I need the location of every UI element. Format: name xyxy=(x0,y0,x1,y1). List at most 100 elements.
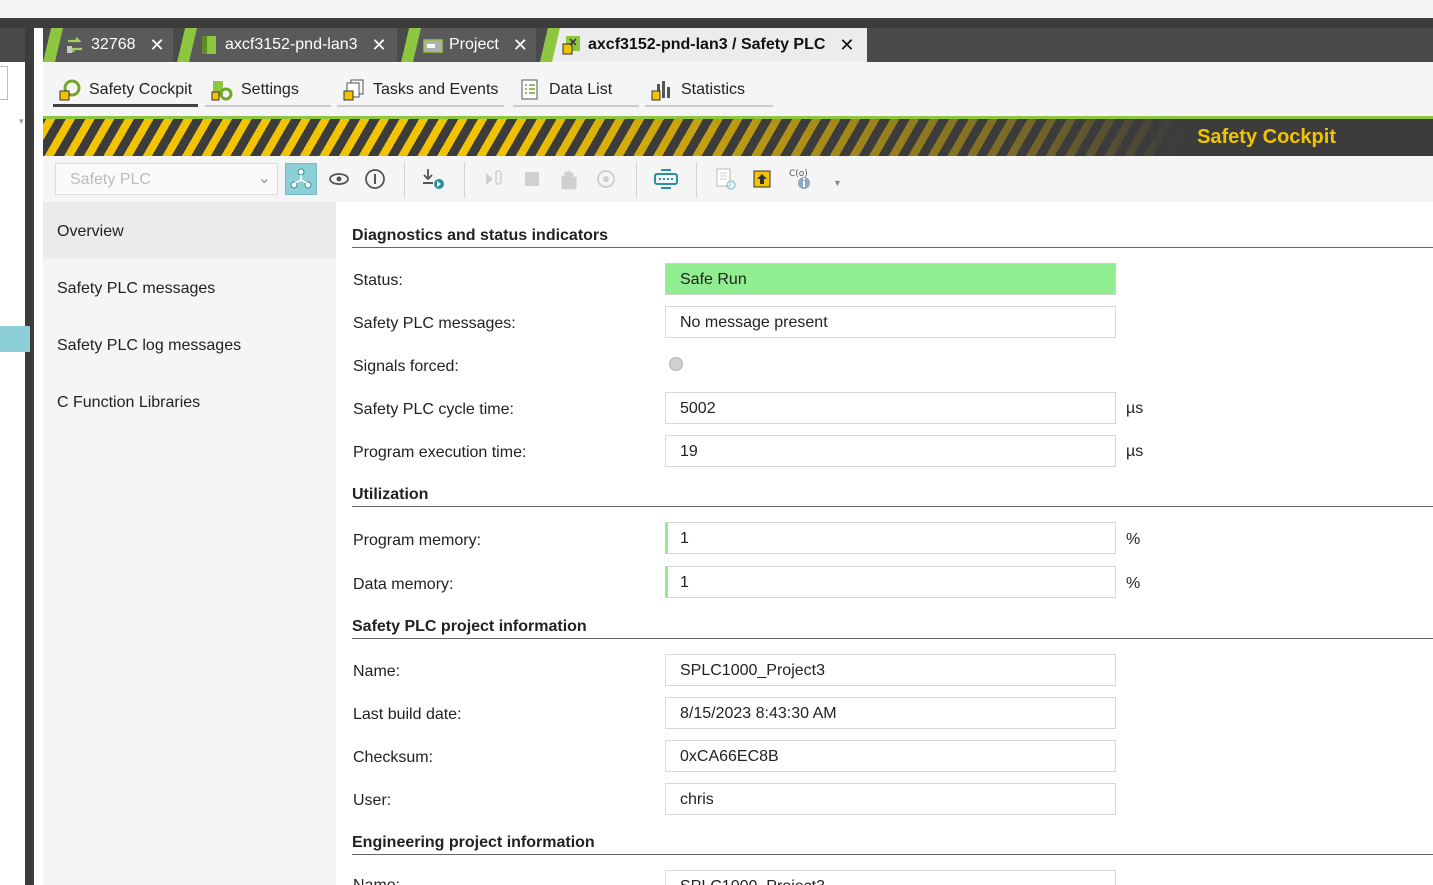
tab-data-list[interactable]: Data List xyxy=(513,77,639,107)
close-icon[interactable]: ✕ xyxy=(150,35,165,56)
checksum-field: 0xCA66EC8B xyxy=(665,740,1116,772)
nav-item-label: Overview xyxy=(57,223,124,240)
data-list-icon xyxy=(519,79,541,101)
data-memory-unit: % xyxy=(1126,575,1141,592)
tab-label: Settings xyxy=(241,81,299,98)
section-heading-diagnostics: Diagnostics and status indicators xyxy=(352,227,1433,248)
project-icon xyxy=(423,35,443,55)
tab-label: Safety Cockpit xyxy=(89,80,193,98)
safety-banner: Safety Cockpit xyxy=(43,116,1433,156)
cycle-time-unit: µs xyxy=(1126,400,1144,417)
left-panel-tab[interactable] xyxy=(0,28,25,62)
tab-safety-plc[interactable]: axcf3152-pnd-lan3 / Safety PLC ✕ xyxy=(540,28,867,62)
signals-forced-label: Signals forced: xyxy=(353,358,459,375)
tab-axcf3152-pnd-lan3[interactable]: axcf3152-pnd-lan3 ✕ xyxy=(177,28,397,62)
program-memory-unit: % xyxy=(1126,531,1141,548)
nav-item-c-function-libraries[interactable]: C Function Libraries xyxy=(43,373,336,430)
lock-icon[interactable] xyxy=(746,163,778,195)
tab-label: Tasks and Events xyxy=(373,81,499,98)
nav-item-label: Safety PLC log messages xyxy=(57,337,242,354)
left-panel-input[interactable] xyxy=(0,66,8,100)
nav-item-label: Safety PLC messages xyxy=(57,280,216,297)
user-field: chris xyxy=(665,783,1116,815)
chevron-down-icon[interactable]: ▾ xyxy=(19,116,24,127)
nav-item-overview[interactable]: Overview xyxy=(43,202,336,259)
status-field: Safe Run xyxy=(665,263,1116,295)
eye-icon[interactable] xyxy=(323,163,355,195)
cycle-time-field: 5002 xyxy=(665,392,1116,424)
status-label: Status: xyxy=(353,272,403,289)
project-name-label: Name: xyxy=(353,663,401,680)
tab-settings[interactable]: Settings xyxy=(205,77,331,107)
cockpit-icon xyxy=(59,79,81,101)
connect-icon[interactable] xyxy=(650,163,682,195)
toolbar-separator xyxy=(696,162,697,198)
tab-tasks-and-events[interactable]: Tasks and Events xyxy=(337,77,505,107)
section-heading-utilization: Utilization xyxy=(352,486,1433,507)
tab-project[interactable]: Project ✕ xyxy=(401,28,536,62)
build-date-label: Last build date: xyxy=(353,706,462,723)
cockpit-navigation: Overview Safety PLC messages Safety PLC … xyxy=(43,202,336,885)
tab-safety-cockpit[interactable]: Safety Cockpit xyxy=(53,77,199,107)
toolbar-separator xyxy=(464,162,465,198)
section-heading-engineering-info: Engineering project information xyxy=(352,834,1433,855)
toolbar-separator xyxy=(636,162,637,198)
tab-label: 32768 xyxy=(91,36,136,53)
document-tab-bar: 32768 ✕ axcf3152-pnd-lan3 ✕ Project ✕ ax… xyxy=(43,28,1433,62)
download-icon[interactable] xyxy=(417,163,449,195)
chevron-down-icon[interactable]: ▼ xyxy=(833,178,842,188)
cycle-time-label: Safety PLC cycle time: xyxy=(353,401,514,418)
report-icon[interactable] xyxy=(710,163,742,195)
tab-label: axcf3152-pnd-lan3 xyxy=(225,36,358,53)
nav-item-safety-plc-log-messages[interactable]: Safety PLC log messages xyxy=(43,316,336,373)
banner-title: Safety Cockpit xyxy=(1197,126,1336,148)
tab-32768[interactable]: 32768 ✕ xyxy=(43,28,173,62)
execution-time-label: Program execution time: xyxy=(353,444,527,461)
execution-time-field: 19 xyxy=(665,435,1116,467)
statistics-icon xyxy=(651,79,673,101)
chevron-down-icon: ⌄ xyxy=(257,170,271,187)
program-memory-label: Program memory: xyxy=(353,532,482,549)
step-icon[interactable] xyxy=(478,163,510,195)
tab-label: Statistics xyxy=(681,81,746,98)
plc-select[interactable]: Safety PLC ⌄ xyxy=(55,163,278,195)
tasks-icon xyxy=(343,79,365,101)
data-memory-label: Data memory: xyxy=(353,576,454,593)
reset-icon[interactable] xyxy=(590,163,622,195)
tab-statistics[interactable]: Statistics xyxy=(645,77,773,107)
settings-icon xyxy=(211,79,233,101)
signals-forced-indicator xyxy=(669,357,683,371)
close-icon[interactable]: ✕ xyxy=(513,35,528,56)
project-name-field: SPLC1000_Project3 xyxy=(665,654,1116,686)
network-view-icon[interactable] xyxy=(285,163,317,195)
info-icon[interactable] xyxy=(359,163,391,195)
overview-panel: Diagnostics and status indicators Status… xyxy=(336,202,1433,885)
left-panel-selected-item[interactable] xyxy=(0,326,30,352)
close-icon[interactable]: ✕ xyxy=(839,35,854,56)
left-side-panel: ▾ xyxy=(0,28,34,885)
tab-label: Data List xyxy=(549,81,613,98)
settings-info-icon[interactable]: C(o) xyxy=(784,163,816,195)
editor-sub-tab-bar: Safety Cockpit Settings Tasks and Events… xyxy=(43,62,1433,116)
user-label: User: xyxy=(353,792,392,809)
safety-plc-messages-label: Safety PLC messages: xyxy=(353,315,516,332)
network-swap-icon xyxy=(65,35,85,55)
execution-time-unit: µs xyxy=(1126,443,1144,460)
stop-icon[interactable] xyxy=(516,163,548,195)
hand-icon[interactable] xyxy=(552,163,584,195)
tab-label: Project xyxy=(449,36,499,53)
plc-select-value: Safety PLC xyxy=(70,171,151,188)
nav-item-safety-plc-messages[interactable]: Safety PLC messages xyxy=(43,259,336,316)
tab-label: axcf3152-pnd-lan3 / Safety PLC xyxy=(588,36,826,53)
section-heading-project-info: Safety PLC project information xyxy=(352,618,1433,639)
data-memory-field: 1 xyxy=(665,566,1116,598)
checksum-label: Checksum: xyxy=(353,749,434,766)
controller-icon xyxy=(199,35,219,55)
toolbar-separator xyxy=(404,162,405,198)
nav-item-label: C Function Libraries xyxy=(57,394,201,411)
window-dark-bar xyxy=(0,18,1433,28)
close-icon[interactable]: ✕ xyxy=(372,35,387,56)
engineering-name-field: SPLC1000_Project3 xyxy=(665,870,1116,885)
safety-plc-icon xyxy=(562,35,582,55)
safety-plc-messages-field: No message present xyxy=(665,306,1116,338)
